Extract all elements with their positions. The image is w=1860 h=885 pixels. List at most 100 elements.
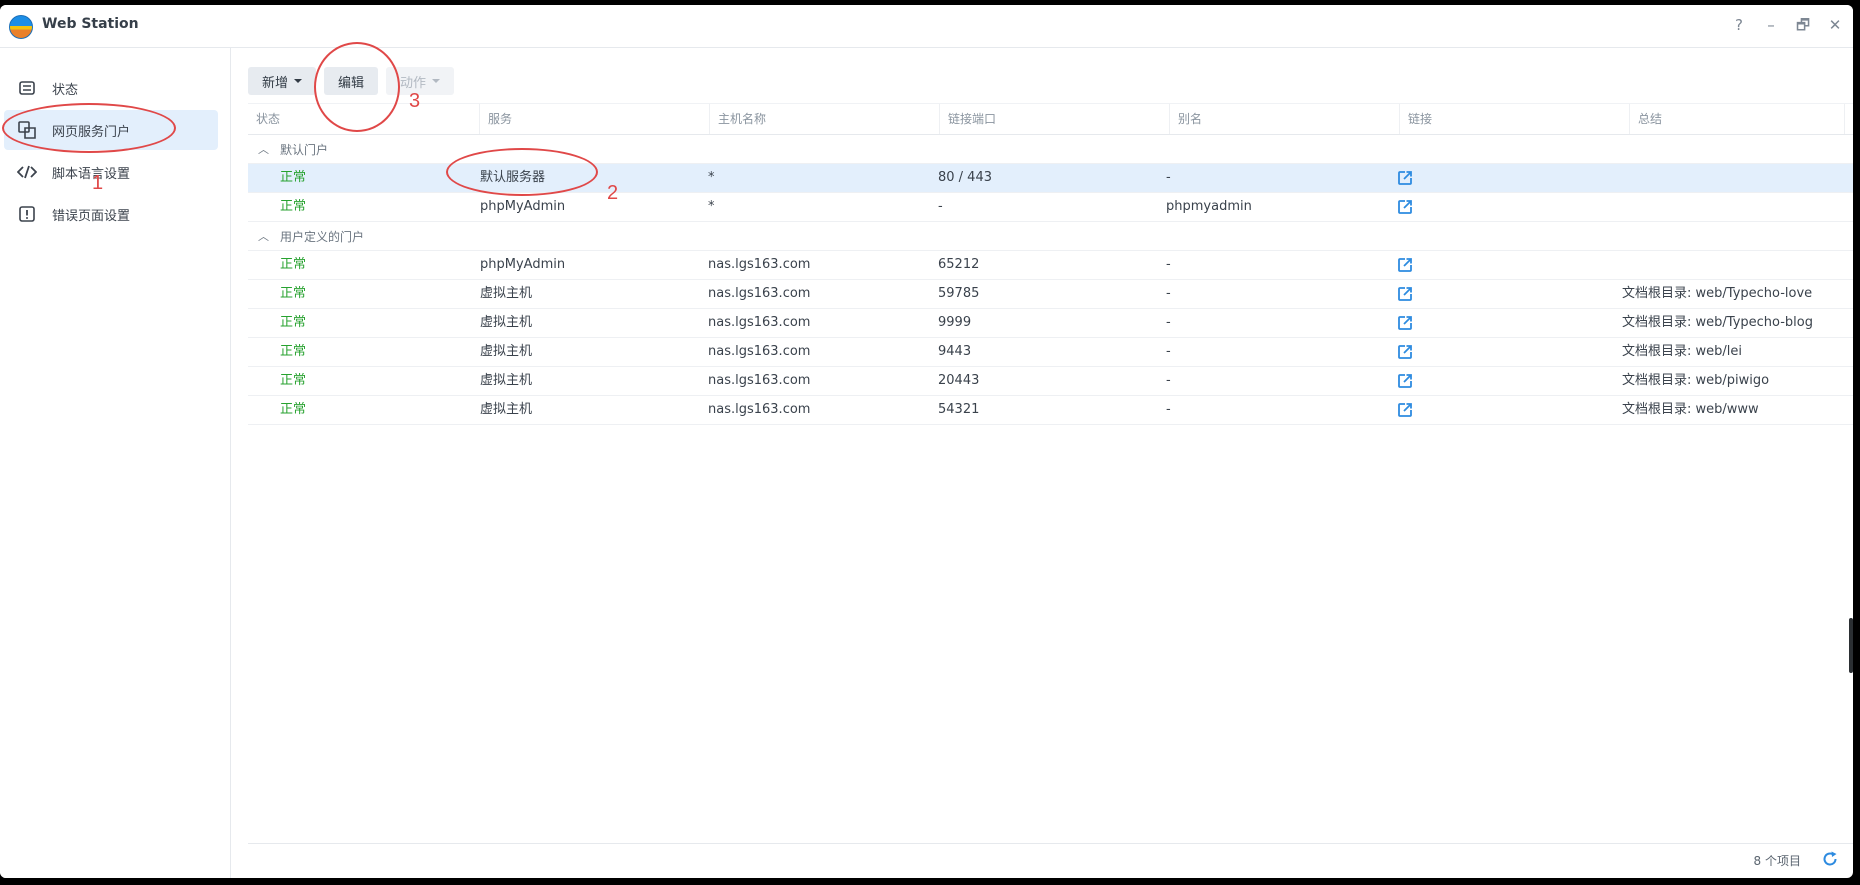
cell-alias: phpmyadmin — [1166, 199, 1252, 214]
cell-alias: - — [1166, 315, 1171, 330]
annotation-number-3: 3 — [409, 90, 421, 112]
edit-button-label: 编辑 — [338, 75, 365, 91]
table-row[interactable]: 正常 虚拟主机 nas.lgs163.com 9443 - 文档根目录: web/lei — [248, 338, 1853, 367]
app-window: Web Station ? – 🗗 ✕ 状态 网页服务门户 脚本语言设置 错误页… — [0, 5, 1853, 878]
cell-service: phpMyAdmin — [480, 199, 566, 214]
cell-summary: 文档根目录: web/Typecho-blog — [1622, 315, 1813, 330]
cell-host: nas.lgs163.com — [708, 344, 811, 359]
status-icon — [16, 77, 38, 99]
table-row[interactable]: 正常 虚拟主机 nas.lgs163.com 20443 - 文档根目录: web/piw… — [248, 367, 1853, 396]
column-header-port[interactable]: 链接端口 — [940, 104, 1170, 134]
cell-host: nas.lgs163.com — [708, 373, 811, 388]
cell-port: - — [938, 199, 943, 214]
close-icon[interactable]: ✕ — [1825, 15, 1845, 35]
cell-service: 虚拟主机 — [480, 402, 533, 417]
sidebar-item-label: 错误页面设置 — [52, 208, 131, 224]
table-row[interactable]: 正常 phpMyAdmin nas.lgs163.com 65212 - — [248, 251, 1853, 280]
column-header-service[interactable]: 服务 — [480, 104, 710, 134]
cell-service: 默认服务器 — [480, 170, 546, 185]
annotation-number-1: 1 — [92, 172, 104, 194]
group-label: 用户定义的门户 — [280, 230, 365, 244]
external-link-icon[interactable] — [1397, 402, 1413, 418]
table-row[interactable]: 正常 虚拟主机 nas.lgs163.com 59785 - 文档根目录: web/Typ… — [248, 280, 1853, 309]
column-header-summary[interactable]: 总结 — [1630, 104, 1845, 134]
sidebar: 状态 网页服务门户 脚本语言设置 错误页面设置 — [0, 48, 231, 878]
cell-port: 20443 — [938, 373, 980, 388]
help-icon[interactable]: ? — [1729, 15, 1749, 35]
sidebar-item-status[interactable]: 状态 — [4, 68, 218, 108]
refresh-icon[interactable] — [1821, 850, 1839, 868]
column-header-host[interactable]: 主机名称 — [710, 104, 940, 134]
external-link-icon[interactable] — [1397, 199, 1413, 215]
cell-alias: - — [1166, 257, 1171, 272]
cell-status: 正常 — [280, 315, 307, 330]
group-header[interactable]: ︿ 默认门户 — [248, 135, 1853, 164]
cell-summary: 文档根目录: web/piwigo — [1622, 373, 1770, 388]
table-body: ︿ 默认门户正常 默认服务器 * 80 / 443 - 正常 phpMyAdmin * - phpm… — [248, 135, 1853, 425]
external-link-icon[interactable] — [1397, 257, 1413, 273]
sidebar-item-label: 状态 — [52, 82, 79, 98]
cell-status: 正常 — [280, 373, 307, 388]
cell-status: 正常 — [280, 257, 307, 272]
table-footer: 8 个项目 — [248, 843, 1853, 876]
external-link-icon[interactable] — [1397, 344, 1413, 360]
error-page-icon — [16, 203, 38, 225]
group-label: 默认门户 — [280, 143, 329, 157]
external-link-icon[interactable] — [1397, 373, 1413, 389]
minimize-icon[interactable]: – — [1761, 15, 1781, 35]
table-header: 状态 服务 主机名称 链接端口 别名 链接 总结 — [248, 103, 1853, 135]
cell-port: 59785 — [938, 286, 980, 301]
sidebar-item-web-portal[interactable]: 网页服务门户 — [4, 110, 218, 150]
external-link-icon[interactable] — [1397, 286, 1413, 302]
cell-port: 9443 — [938, 344, 972, 359]
scroll-handle[interactable] — [1849, 618, 1853, 673]
sidebar-item-label: 脚本语言设置 — [52, 166, 131, 182]
annotation-number-2: 2 — [607, 182, 619, 204]
external-link-icon[interactable] — [1397, 315, 1413, 331]
create-button[interactable]: 新增 — [248, 67, 317, 95]
sidebar-item-error-page[interactable]: 错误页面设置 — [4, 194, 218, 234]
cell-service: phpMyAdmin — [480, 257, 566, 272]
cell-host: * — [708, 170, 715, 185]
restore-icon[interactable]: 🗗 — [1793, 15, 1813, 35]
cell-status: 正常 — [280, 344, 307, 359]
external-link-icon[interactable] — [1397, 170, 1413, 186]
code-icon — [16, 161, 38, 183]
edit-button[interactable]: 编辑 — [324, 67, 379, 95]
toolbar: 新增 编辑 动作 — [248, 67, 455, 95]
cell-host: nas.lgs163.com — [708, 286, 811, 301]
cell-port: 9999 — [938, 315, 972, 330]
column-header-link[interactable]: 链接 — [1400, 104, 1630, 134]
table-row[interactable]: 正常 phpMyAdmin * - phpmyadmin — [248, 193, 1853, 222]
cell-status: 正常 — [280, 199, 307, 214]
cell-alias: - — [1166, 344, 1171, 359]
cell-service: 虚拟主机 — [480, 344, 533, 359]
cell-alias: - — [1166, 402, 1171, 417]
column-header-status[interactable]: 状态 — [248, 104, 480, 134]
title-bar: Web Station ? – 🗗 ✕ — [0, 5, 1853, 48]
cell-summary: 文档根目录: web/Typecho-love — [1622, 286, 1813, 301]
cell-status: 正常 — [280, 402, 307, 417]
window-title: Web Station — [42, 16, 139, 32]
cell-service: 虚拟主机 — [480, 373, 533, 388]
action-button-label: 动作 — [400, 75, 427, 91]
column-header-alias[interactable]: 别名 — [1170, 104, 1400, 134]
web-station-icon — [9, 15, 33, 39]
cell-port: 80 / 443 — [938, 170, 992, 185]
cell-status: 正常 — [280, 170, 307, 185]
cell-service: 虚拟主机 — [480, 315, 533, 330]
sidebar-item-script-language[interactable]: 脚本语言设置 — [4, 152, 218, 192]
cell-service: 虚拟主机 — [480, 286, 533, 301]
group-header[interactable]: ︿ 用户定义的门户 — [248, 222, 1853, 251]
cell-host: * — [708, 199, 715, 214]
chevron-up-icon[interactable]: ︿ — [258, 141, 269, 157]
chevron-up-icon[interactable]: ︿ — [258, 228, 269, 244]
table-row[interactable]: 正常 虚拟主机 nas.lgs163.com 54321 - 文档根目录: web/www — [248, 396, 1853, 425]
table-row[interactable]: 正常 虚拟主机 nas.lgs163.com 9999 - 文档根目录: web/Type… — [248, 309, 1853, 338]
chevron-down-icon — [294, 79, 303, 83]
sidebar-item-label: 网页服务门户 — [52, 124, 131, 140]
cell-host: nas.lgs163.com — [708, 315, 811, 330]
web-portal-icon — [16, 119, 38, 141]
cell-alias: - — [1166, 170, 1171, 185]
table-row[interactable]: 正常 默认服务器 * 80 / 443 - — [248, 164, 1853, 193]
